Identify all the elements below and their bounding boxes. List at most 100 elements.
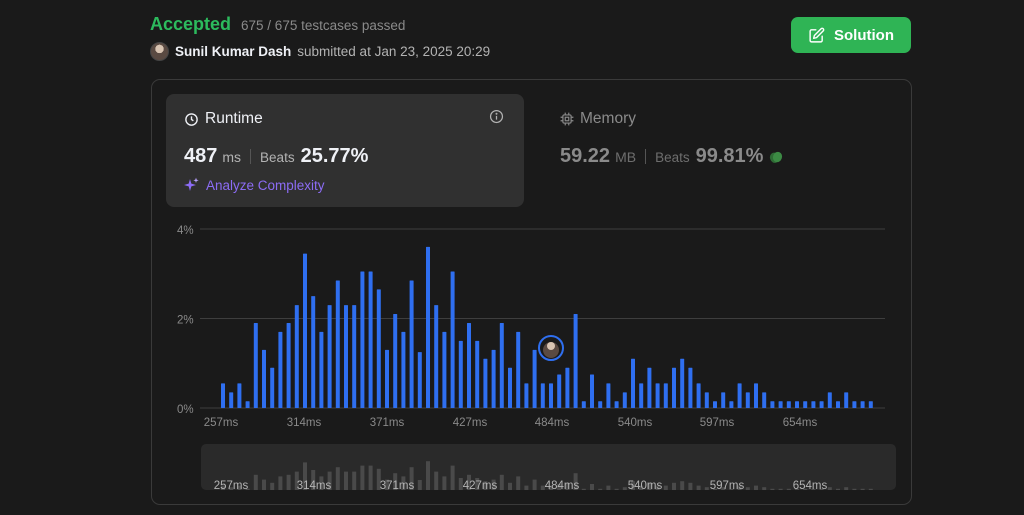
- overview-tick-label: 257ms: [214, 480, 249, 492]
- histogram-bar[interactable]: [262, 349, 266, 408]
- histogram-bar[interactable]: [442, 331, 447, 408]
- histogram-bar[interactable]: [655, 383, 660, 408]
- histogram-bar[interactable]: [450, 271, 455, 408]
- histogram-bar[interactable]: [524, 383, 529, 408]
- histogram-bar[interactable]: [376, 289, 381, 408]
- histogram-bar[interactable]: [827, 392, 832, 408]
- histogram-bar[interactable]: [229, 392, 234, 408]
- histogram-bar[interactable]: [622, 392, 627, 408]
- histogram-bar[interactable]: [401, 331, 406, 408]
- overview-bar: [745, 487, 750, 490]
- histogram-bar[interactable]: [344, 305, 348, 408]
- histogram-bar[interactable]: [434, 305, 439, 408]
- x-tick-label: 597ms: [700, 417, 735, 429]
- histogram-bar[interactable]: [713, 401, 717, 408]
- overview-bar: [581, 488, 586, 490]
- histogram-bar[interactable]: [598, 401, 603, 408]
- histogram-bar[interactable]: [647, 367, 652, 408]
- histogram-bar[interactable]: [303, 253, 307, 408]
- histogram-bar[interactable]: [754, 383, 758, 408]
- histogram-bar[interactable]: [360, 271, 365, 408]
- histogram-bar[interactable]: [467, 322, 471, 408]
- histogram-bar[interactable]: [680, 358, 685, 408]
- histogram-bar[interactable]: [237, 383, 242, 408]
- histogram-bar[interactable]: [221, 383, 225, 408]
- overview-bar: [663, 485, 668, 490]
- overview-tick-label: 371ms: [380, 480, 415, 492]
- histogram-bar[interactable]: [795, 401, 799, 408]
- histogram-bar[interactable]: [868, 401, 873, 408]
- histogram-bar[interactable]: [631, 358, 635, 408]
- histogram-bar[interactable]: [745, 392, 750, 408]
- histogram-bar[interactable]: [393, 314, 398, 408]
- x-tick-label: 314ms: [287, 417, 322, 429]
- overview-bar: [860, 488, 865, 490]
- histogram-bar[interactable]: [475, 340, 480, 408]
- histogram-bar[interactable]: [516, 331, 521, 408]
- overview-bar: [262, 479, 266, 490]
- histogram-bar[interactable]: [639, 383, 644, 408]
- histogram-bar[interactable]: [458, 340, 463, 408]
- histogram-bar[interactable]: [335, 280, 340, 408]
- histogram-bar[interactable]: [385, 349, 389, 408]
- histogram-bar[interactable]: [762, 392, 767, 408]
- histogram-bar[interactable]: [852, 401, 857, 408]
- histogram-bar[interactable]: [540, 383, 545, 408]
- histogram-bar[interactable]: [672, 367, 676, 408]
- histogram-bar[interactable]: [860, 401, 865, 408]
- histogram-bar[interactable]: [286, 322, 291, 408]
- histogram-bar[interactable]: [278, 331, 283, 408]
- histogram-bar[interactable]: [327, 305, 332, 408]
- histogram-bar[interactable]: [721, 392, 726, 408]
- histogram-bar[interactable]: [704, 392, 709, 408]
- histogram-bar[interactable]: [557, 374, 562, 408]
- overview-tick-label: 427ms: [463, 480, 498, 492]
- histogram-bar[interactable]: [614, 401, 619, 408]
- histogram-bar[interactable]: [483, 358, 488, 408]
- histogram-bar[interactable]: [499, 322, 504, 408]
- overview-bar: [270, 482, 275, 490]
- histogram-bar[interactable]: [819, 401, 824, 408]
- overview-bar: [852, 488, 857, 490]
- histogram-bar[interactable]: [696, 383, 701, 408]
- histogram-bar[interactable]: [352, 305, 357, 408]
- histogram-bar[interactable]: [606, 383, 611, 408]
- histogram-bar[interactable]: [778, 401, 783, 408]
- histogram-bar[interactable]: [417, 352, 422, 408]
- histogram-bar[interactable]: [737, 383, 742, 408]
- histogram-bar[interactable]: [590, 374, 594, 408]
- histogram-bar[interactable]: [508, 367, 512, 408]
- histogram-bar[interactable]: [253, 322, 258, 408]
- histogram-bar[interactable]: [836, 401, 840, 408]
- histogram-bar[interactable]: [311, 296, 316, 408]
- histogram-bar[interactable]: [573, 314, 578, 408]
- overview-bar: [786, 488, 791, 490]
- histogram-bar[interactable]: [663, 383, 668, 408]
- overview-bar: [590, 484, 594, 490]
- overview-tick-label: 654ms: [793, 480, 828, 492]
- overview-tick-label: 484ms: [545, 480, 580, 492]
- histogram-bar[interactable]: [803, 401, 808, 408]
- overview-bar: [516, 476, 521, 490]
- histogram-bar[interactable]: [491, 349, 496, 408]
- overview-bar: [827, 487, 832, 490]
- histogram-bar[interactable]: [770, 401, 775, 408]
- histogram-bar[interactable]: [811, 401, 816, 408]
- histogram-bar[interactable]: [729, 401, 734, 408]
- histogram-bar[interactable]: [581, 401, 586, 408]
- histogram-bar[interactable]: [245, 401, 250, 408]
- histogram-bar[interactable]: [319, 331, 324, 408]
- histogram-bar[interactable]: [270, 367, 275, 408]
- histogram-bar[interactable]: [409, 280, 414, 408]
- histogram-bar[interactable]: [565, 367, 570, 408]
- overview-bar: [434, 471, 439, 490]
- histogram-bar[interactable]: [786, 401, 791, 408]
- runtime-distribution-chart: 0% 2% 4% 257ms 314ms 371ms 427ms 484ms 540ms 597m…: [177, 225, 896, 492]
- histogram-bar[interactable]: [532, 349, 537, 408]
- histogram-bar[interactable]: [549, 383, 553, 408]
- histogram-bar[interactable]: [844, 392, 849, 408]
- histogram-bar[interactable]: [294, 305, 299, 408]
- histogram-bar[interactable]: [368, 271, 373, 408]
- histogram-bar[interactable]: [426, 246, 430, 408]
- histogram-bar[interactable]: [688, 367, 693, 408]
